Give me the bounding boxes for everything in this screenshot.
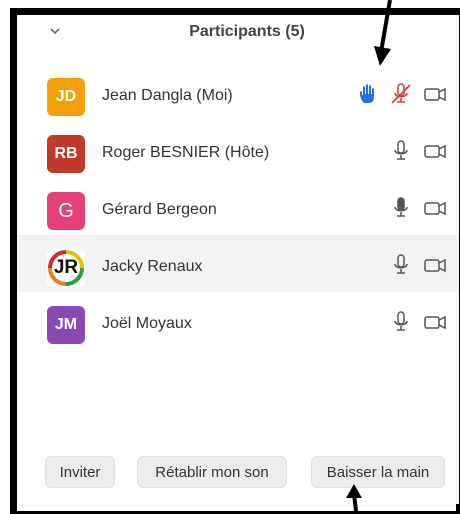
participant-name: Jean Dangla (Moi)	[102, 87, 233, 104]
raised-hand-icon[interactable]	[355, 81, 381, 107]
video-off-icon[interactable]	[422, 81, 448, 107]
participant-row[interactable]: JD Jean Dangla (Moi)	[17, 64, 459, 121]
video-off-icon[interactable]	[422, 195, 448, 221]
mic-icon[interactable]	[388, 138, 414, 164]
mic-icon[interactable]	[388, 309, 414, 335]
annotation-arrow-up	[346, 484, 362, 511]
lower-hand-button[interactable]: Baisser la main	[311, 456, 445, 488]
participant-row[interactable]: G Gérard Bergeon	[17, 178, 459, 235]
mic-active-icon[interactable]	[388, 195, 414, 221]
avatar: G	[47, 192, 85, 230]
annotation-arrow-down	[374, 0, 392, 66]
mic-icon[interactable]	[388, 252, 414, 278]
video-off-icon[interactable]	[422, 138, 448, 164]
avatar-initials: JR	[53, 257, 79, 278]
avatar: JD	[47, 78, 85, 116]
mic-muted-icon[interactable]	[388, 81, 414, 107]
participant-name: Jacky Renaux	[102, 258, 203, 275]
participant-row[interactable]: JR Jacky Renaux	[17, 235, 459, 292]
participant-row[interactable]: RB Roger BESNIER (Hôte)	[17, 121, 459, 178]
participants-panel: Participants (5) JD Jean Dangla (Moi) RB…	[17, 15, 459, 504]
video-off-icon[interactable]	[422, 309, 448, 335]
participant-name: Roger BESNIER (Hôte)	[102, 144, 270, 161]
participant-name: Joël Moyaux	[102, 315, 192, 332]
invite-button[interactable]: Inviter	[45, 456, 115, 488]
video-off-icon[interactable]	[422, 252, 448, 278]
participant-row[interactable]: JM Joël Moyaux	[17, 292, 459, 349]
avatar: RB	[47, 135, 85, 173]
unmute-button[interactable]: Rétablir mon son	[137, 456, 287, 488]
avatar: JM	[47, 306, 85, 344]
avatar: JR	[47, 249, 85, 287]
participant-name: Gérard Bergeon	[102, 201, 217, 218]
